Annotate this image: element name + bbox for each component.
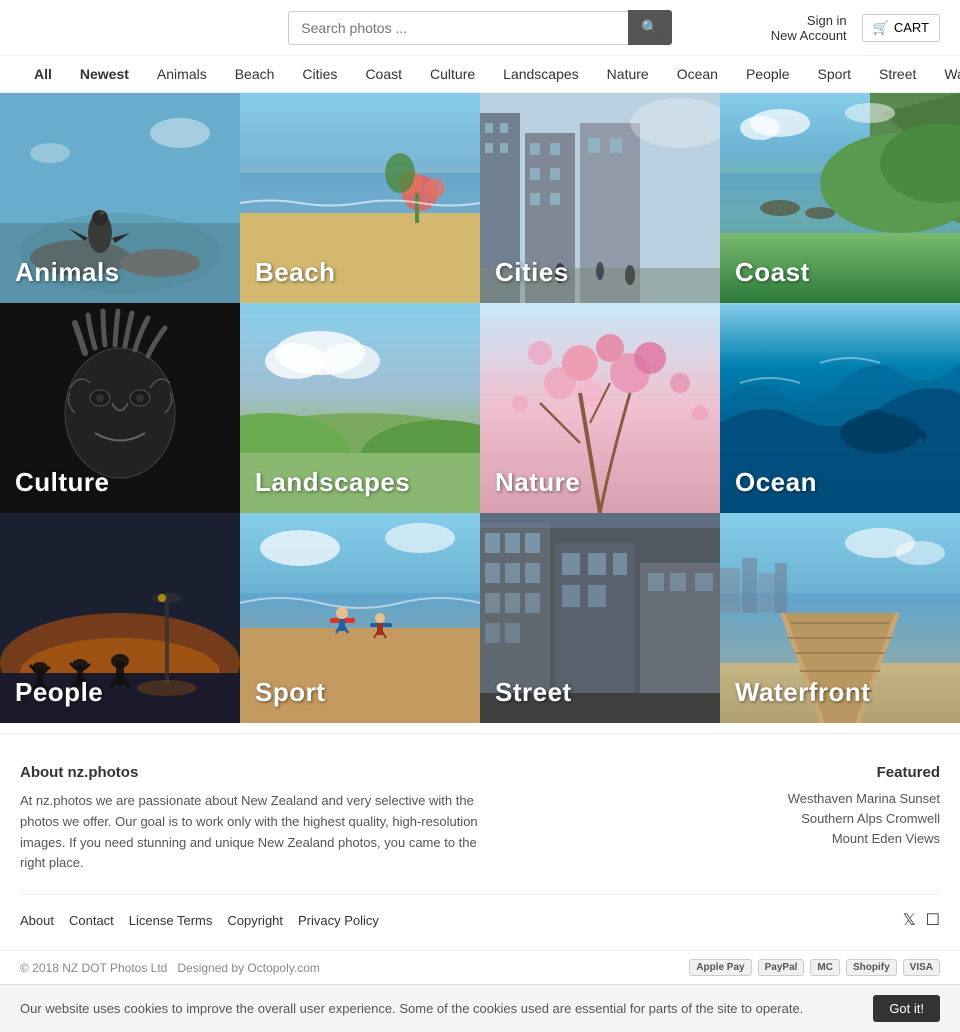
search-icon: 🔍	[641, 19, 658, 35]
footer-bottom: About Contact License Terms Copyright Pr…	[20, 894, 940, 930]
search-form: 🔍	[288, 10, 671, 45]
footer-link-contact[interactable]: Contact	[69, 913, 114, 928]
apple-pay-icon: Apple Pay	[689, 959, 751, 976]
nav-item-waterfront[interactable]: Waterfront	[930, 56, 960, 92]
category-nature-label: Nature	[495, 467, 580, 498]
header-right: Sign in New Account 🛒 CART	[771, 13, 940, 43]
nav-item-people[interactable]: People	[732, 56, 804, 92]
cart-button[interactable]: 🛒 CART	[862, 14, 940, 42]
visa-icon: VISA	[903, 959, 940, 976]
sign-in-link[interactable]: Sign in	[807, 13, 847, 28]
facebook-icon[interactable]: ☐	[926, 910, 940, 930]
category-sport[interactable]: Sport	[240, 513, 480, 723]
footer-links: About Contact License Terms Copyright Pr…	[20, 913, 379, 928]
cart-icon: 🛒	[873, 20, 889, 36]
category-waterfront-label: Waterfront	[735, 677, 870, 708]
category-street-label: Street	[495, 677, 572, 708]
category-people[interactable]: People	[0, 513, 240, 723]
mastercard-icon: MC	[810, 959, 840, 976]
category-ocean-label: Ocean	[735, 467, 817, 498]
nav-item-sport[interactable]: Sport	[804, 56, 865, 92]
twitter-icon[interactable]: 𝕏	[903, 910, 916, 930]
cookie-text: Our website uses cookies to improve the …	[20, 1001, 803, 1016]
auth-links: Sign in New Account	[771, 13, 847, 43]
cookie-accept-button[interactable]: Got it!	[873, 995, 940, 1022]
cart-label: CART	[894, 20, 929, 35]
featured-link-1[interactable]: Westhaven Marina Sunset	[788, 791, 940, 806]
search-button[interactable]: 🔍	[628, 10, 671, 45]
footer-featured-title: Featured	[788, 764, 940, 781]
footer-social: 𝕏 ☐	[903, 910, 940, 930]
category-animals-label: Animals	[15, 257, 120, 288]
new-account-link[interactable]: New Account	[771, 28, 847, 43]
footer-about: About nz.photos At nz.photos we are pass…	[20, 764, 500, 874]
nav-item-ocean[interactable]: Ocean	[663, 56, 732, 92]
category-street[interactable]: Street	[480, 513, 720, 723]
category-waterfront[interactable]: Waterfront	[720, 513, 960, 723]
category-grid: Animals Beach	[0, 93, 960, 723]
nav-item-coast[interactable]: Coast	[351, 56, 416, 92]
nav-item-landscapes[interactable]: Landscapes	[489, 56, 593, 92]
search-input[interactable]	[288, 11, 628, 45]
category-landscapes-label: Landscapes	[255, 467, 410, 498]
cookie-banner: Our website uses cookies to improve the …	[0, 984, 960, 1032]
footer-link-privacy[interactable]: Privacy Policy	[298, 913, 379, 928]
nav-item-street[interactable]: Street	[865, 56, 930, 92]
header: 🔍 Sign in New Account 🛒 CART	[0, 0, 960, 56]
footer-about-title: About nz.photos	[20, 764, 500, 781]
category-cities-label: Cities	[495, 257, 569, 288]
nav-item-cities[interactable]: Cities	[288, 56, 351, 92]
navigation: All Newest Animals Beach Cities Coast Cu…	[0, 56, 960, 93]
nav-item-newest[interactable]: Newest	[66, 56, 143, 92]
nav-item-culture[interactable]: Culture	[416, 56, 489, 92]
footer-link-copyright[interactable]: Copyright	[227, 913, 283, 928]
nav-item-all[interactable]: All	[20, 56, 66, 92]
copyright-text: © 2018 NZ DOT Photos Ltd Designed by Oct…	[20, 961, 320, 975]
paypal-icon: PayPal	[758, 959, 805, 976]
category-cities[interactable]: Cities	[480, 93, 720, 303]
category-culture-label: Culture	[15, 467, 110, 498]
category-nature[interactable]: Nature	[480, 303, 720, 513]
footer: About nz.photos At nz.photos we are pass…	[0, 733, 960, 950]
footer-link-about[interactable]: About	[20, 913, 54, 928]
category-coast-label: Coast	[735, 257, 810, 288]
footer-top: About nz.photos At nz.photos we are pass…	[20, 764, 940, 874]
shopify-icon: Shopify	[846, 959, 897, 976]
nav-item-nature[interactable]: Nature	[593, 56, 663, 92]
footer-link-license[interactable]: License Terms	[129, 913, 213, 928]
category-beach-label: Beach	[255, 257, 336, 288]
category-coast[interactable]: Coast	[720, 93, 960, 303]
category-ocean[interactable]: Ocean	[720, 303, 960, 513]
category-sport-label: Sport	[255, 677, 325, 708]
featured-link-3[interactable]: Mount Eden Views	[788, 831, 940, 846]
category-people-label: People	[15, 677, 103, 708]
footer-featured: Featured Westhaven Marina Sunset Souther…	[788, 764, 940, 874]
footer-copyright-row: © 2018 NZ DOT Photos Ltd Designed by Oct…	[0, 950, 960, 984]
featured-link-2[interactable]: Southern Alps Cromwell	[788, 811, 940, 826]
category-culture[interactable]: Culture	[0, 303, 240, 513]
category-beach[interactable]: Beach	[240, 93, 480, 303]
category-landscapes[interactable]: Landscapes	[240, 303, 480, 513]
category-animals[interactable]: Animals	[0, 93, 240, 303]
nav-item-beach[interactable]: Beach	[221, 56, 289, 92]
footer-about-text: At nz.photos we are passionate about New…	[20, 791, 500, 874]
nav-item-animals[interactable]: Animals	[143, 56, 221, 92]
payment-icons: Apple Pay PayPal MC Shopify VISA	[689, 959, 940, 976]
